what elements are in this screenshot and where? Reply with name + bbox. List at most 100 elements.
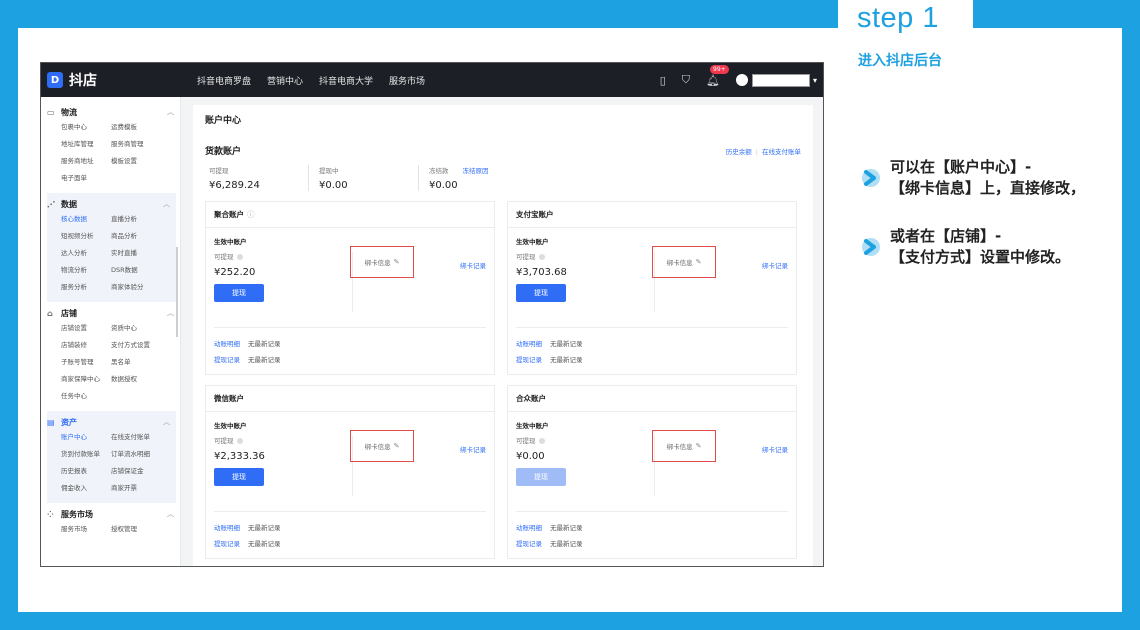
sidebar-item[interactable]: DSR数据 [111,262,171,279]
user-icon[interactable] [735,74,748,86]
balance-label: 可提现 [209,167,229,175]
grid-icon: ⁘ [47,509,54,519]
balance-withdrawing: 提现中 ¥0.00 [315,165,419,191]
sidebar-item[interactable]: 核心数据 [61,211,111,228]
sidebar-item[interactable]: 佣金收入 [61,480,111,497]
sidebar-item[interactable]: 服务分析 [61,279,111,296]
card-sub-label: 可提现 [516,253,536,261]
card-title: 合众账户 [508,386,796,412]
sidebar-group-header[interactable]: ⌂ 店铺 ︿ [47,306,180,320]
withdraw-record-link[interactable]: 提现记录 [214,540,240,548]
card-sub-label: 可提现 [214,253,234,261]
sidebar-group-header[interactable]: ⋰ 数据 ︿ [47,197,176,211]
sidebar-item-account-center[interactable]: 账户中心 [61,429,111,446]
frozen-label: 冻结款 [429,167,449,175]
logo-text: 抖店 [69,73,97,89]
withdraw-button[interactable]: 提现 [516,284,566,302]
phone-icon[interactable]: ▯ [660,74,666,87]
note-1-line-1: 可以在【账户中心】- [890,158,1032,176]
bind-record-link[interactable]: 绑卡记录 [460,260,486,270]
account-card-hezhong: 合众账户 生效中账户 可提现 ¥0.00 提现 绑卡信息 ✎ 绑卡记录 动账明细无… [507,385,797,559]
withdraw-button[interactable]: 提现 [214,284,264,302]
nav-compass[interactable]: 抖音电商罗盘 [197,74,251,87]
sidebar-group-title: 店铺 [61,308,77,318]
sidebar-item[interactable]: 直播分析 [111,211,171,228]
sidebar-item[interactable]: 服务商地址 [61,153,111,170]
sidebar-item[interactable]: 商家保障中心 [61,371,111,388]
sidebar-item[interactable]: 实时直播 [111,245,171,262]
bind-card-info-button[interactable]: 绑卡信息 ✎ [350,246,414,278]
bell-icon[interactable]: 🔔︎ 99+ [706,64,729,87]
sidebar-item[interactable]: 店铺保证金 [111,463,171,480]
bind-card-info-button[interactable]: 绑卡信息 ✎ [652,246,716,278]
flow-detail-link[interactable]: 动账明细 [214,340,240,348]
withdraw-record-link[interactable]: 提现记录 [214,356,240,364]
sidebar-item[interactable]: 服务商管理 [111,136,171,153]
sidebar-item[interactable]: 商品分析 [111,228,171,245]
chevron-up-icon: ︿ [167,309,174,317]
top-accent-bar-left [0,10,838,24]
sidebar-item[interactable]: 货到付款账单 [61,446,111,463]
sidebar-item[interactable]: 商家体验分 [111,279,171,296]
withdraw-note: 无最新记录 [550,540,583,548]
sidebar-item[interactable]: 模板设置 [111,153,171,170]
sidebar-item[interactable]: 授权管理 [111,521,171,538]
flow-detail-link[interactable]: 动账明细 [516,340,542,348]
bind-card-info-button[interactable]: 绑卡信息 ✎ [652,430,716,462]
card-sub-label: 可提现 [214,437,234,445]
sidebar-item[interactable]: 商家开票 [111,480,171,497]
withdraw-record-link[interactable]: 提现记录 [516,540,542,548]
cart-icon[interactable]: ⛉ [682,73,690,87]
bind-record-link[interactable]: 绑卡记录 [762,260,788,270]
nav-service-market[interactable]: 服务市场 [389,74,425,87]
sidebar-group-header[interactable]: ▭ 物流 ︿ [47,105,180,119]
frozen-reason-link[interactable]: 冻结原因 [463,167,489,175]
sidebar-scrollbar[interactable] [176,247,178,337]
sidebar-item-payment-settings[interactable]: 支付方式设置 [111,337,171,354]
truck-icon: ▭ [47,107,55,117]
sidebar-item[interactable]: 数据授权 [111,371,171,388]
balance-value: ¥0.00 [319,180,348,191]
chevron-down-icon[interactable]: ▾ [813,76,817,85]
sidebar-item[interactable]: 资质中心 [111,320,171,337]
sidebar-item[interactable]: 子账号管理 [61,354,111,371]
sidebar-item[interactable]: 短视频分析 [61,228,111,245]
sidebar-item[interactable]: 黑名单 [111,354,171,371]
sidebar-group-header[interactable]: ▤ 资产 ︿ [47,415,176,429]
sidebar-group-header[interactable]: ⁘ 服务市场 ︿ [47,507,180,521]
sidebar-item[interactable]: 店铺设置 [61,320,111,337]
sidebar-item[interactable]: 包裹中心 [61,119,111,136]
withdraw-record-link[interactable]: 提现记录 [516,356,542,364]
username-redacted[interactable] [751,73,810,87]
card-body: 生效中账户 可提现 ¥2,333.36 提现 绑卡信息 ✎ 绑卡记录 [214,420,486,500]
card-title: 微信账户 [206,386,494,412]
withdraw-button[interactable]: 提现 [516,468,566,486]
withdraw-button[interactable]: 提现 [214,468,264,486]
sidebar: ▭ 物流 ︿ 包裹中心 运费模板 地址库管理 服务商管理 服务商地址 模板设置 电子… [41,97,181,566]
sidebar-item[interactable]: 历史报表 [61,463,111,480]
sidebar-item[interactable]: 任务中心 [61,388,111,405]
sidebar-item[interactable]: 服务市场 [61,521,111,538]
sidebar-item[interactable]: 在线支付账单 [111,429,171,446]
bind-record-link[interactable]: 绑卡记录 [460,444,486,454]
sidebar-item[interactable]: 订单流水明细 [111,446,171,463]
sidebar-item[interactable]: 店铺装修 [61,337,111,354]
bind-card-info-button[interactable]: 绑卡信息 ✎ [350,430,414,462]
bind-record-link[interactable]: 绑卡记录 [762,444,788,454]
sidebar-item[interactable]: 电子面单 [61,170,111,187]
flow-detail-link[interactable]: 动账明细 [516,524,542,532]
flow-note: 无最新记录 [550,524,583,532]
flow-note: 无最新记录 [248,524,281,532]
help-icon[interactable]: ⓘ [247,210,255,219]
online-bill-link[interactable]: 在线支付账单 [762,148,801,156]
sidebar-item[interactable]: 地址库管理 [61,136,111,153]
sidebar-item[interactable]: 达人分析 [61,245,111,262]
nav-university[interactable]: 抖音电商大学 [319,74,373,87]
app-logo[interactable]: D 抖店 [47,70,197,90]
edit-icon: ✎ [393,442,400,450]
history-balance-link[interactable]: 历史余额 [726,148,752,156]
sidebar-item[interactable]: 运费模板 [111,119,171,136]
flow-detail-link[interactable]: 动账明细 [214,524,240,532]
nav-marketing[interactable]: 营销中心 [267,74,303,87]
sidebar-item[interactable]: 物流分析 [61,262,111,279]
